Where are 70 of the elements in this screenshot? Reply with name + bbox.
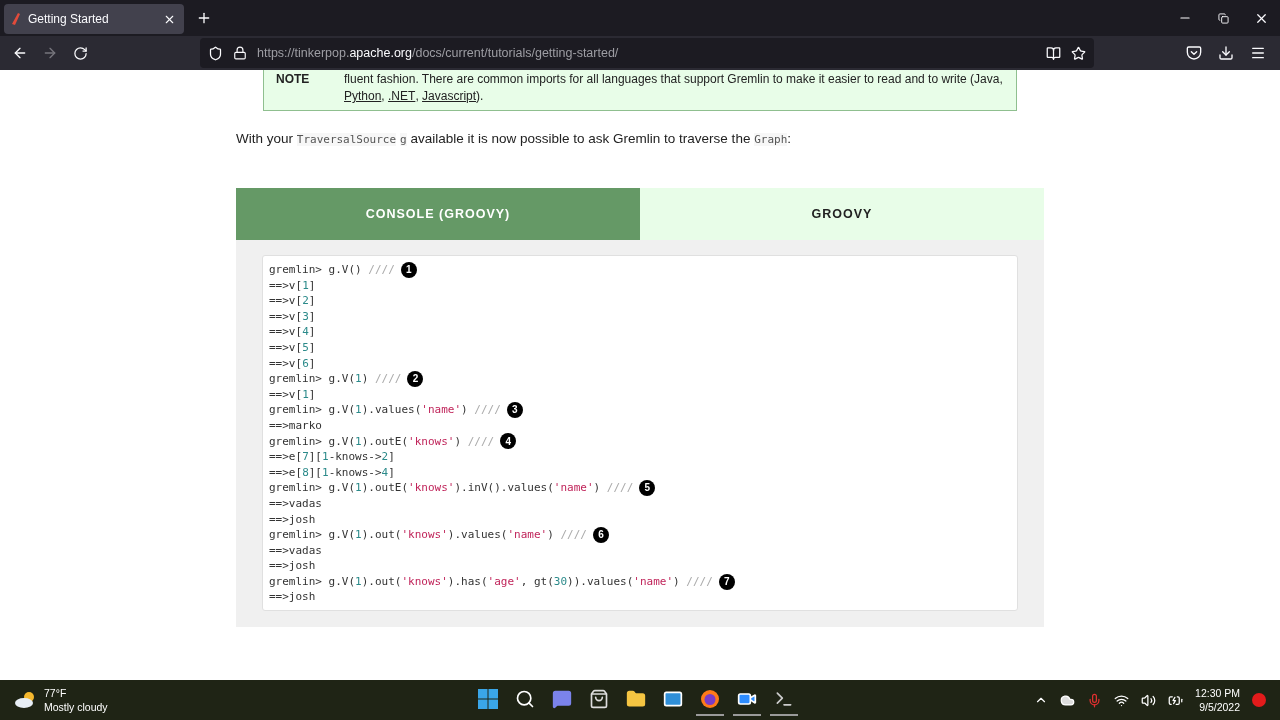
menu-icon[interactable] (1250, 45, 1266, 61)
clock-date: 9/5/2022 (1199, 700, 1240, 714)
search-icon[interactable] (515, 689, 535, 709)
site-favicon-icon (12, 13, 20, 25)
callout-number: 2 (407, 370, 424, 387)
code-line: ==>josh (269, 511, 316, 528)
reload-icon[interactable] (72, 45, 88, 61)
bookmark-star-icon[interactable] (1071, 45, 1086, 61)
code-line: ==>e[8][1-knows->4] (269, 464, 395, 481)
browser-tab[interactable]: Getting Started (4, 4, 184, 34)
code-line: ==>v[4] (269, 324, 316, 340)
url-text: https://tinkerpop.apache.org/docs/current/tutorials/getting-started/ (257, 46, 620, 60)
note-label: NOTE (276, 72, 311, 88)
code-line: ==>e[7][1-knows->2] (269, 449, 395, 465)
lock-icon[interactable] (233, 46, 247, 60)
note-link[interactable]: Javascript (422, 89, 477, 104)
forward-icon[interactable] (42, 45, 58, 61)
restore-icon[interactable] (1217, 12, 1229, 24)
callout-number: 3 (506, 402, 523, 419)
weather-condition: Mostly cloudy (44, 700, 108, 714)
note-punctuation: , (415, 89, 420, 104)
callout-number: 5 (639, 480, 656, 497)
code-line: ==>vadas (269, 542, 322, 559)
note-punctuation: ). (476, 89, 484, 104)
code-line: gremlin> g.V(1).outE('knows') //// (269, 433, 495, 450)
callout-number: 1 (400, 261, 417, 278)
code-line: gremlin> g.V(1) //// (269, 371, 402, 387)
callout-number: 6 (592, 526, 609, 543)
note-link[interactable]: .NET (388, 89, 416, 104)
note-text: fluent fashion. There are common imports for all languages that support Gremlin to make it easier to read and to write (Java, (344, 72, 1003, 87)
code-line: ==>josh (269, 558, 316, 574)
shield-icon[interactable] (208, 45, 223, 61)
new-tab-icon[interactable] (196, 10, 212, 26)
code-line: gremlin> g.V(1).outE('knows').inV().values('name') //// (269, 480, 634, 496)
notification-dot[interactable] (1252, 693, 1266, 707)
callout-number: 7 (718, 573, 735, 590)
code-line: gremlin> g.V() //// (269, 262, 395, 278)
weather-temperature: 77°F (44, 686, 68, 700)
terminal-icon[interactable] (774, 689, 794, 709)
pocket-icon[interactable] (1186, 45, 1202, 61)
code-line: ==>vadas (269, 495, 322, 512)
folder-icon[interactable] (626, 689, 646, 709)
code-tab[interactable]: GROOVY (640, 188, 1044, 240)
browser-icon[interactable] (700, 689, 720, 709)
code-line: gremlin> g.V(1).values('name') //// (269, 402, 501, 418)
clock-time: 12:30 PM (1195, 686, 1240, 700)
note-punctuation: , (381, 89, 386, 104)
code-line: ==>v[6] (269, 355, 316, 372)
callout-number: 4 (500, 433, 517, 450)
microphone-icon[interactable] (1087, 692, 1103, 708)
chat-icon[interactable] (552, 689, 572, 709)
volume-icon[interactable] (1141, 692, 1157, 708)
back-icon[interactable] (12, 45, 28, 61)
code-line: ==>marko (269, 417, 322, 434)
intro-paragraph: With your TraversalSource g available it is now possible to ask Gremlin to traverse the Graph: (236, 131, 792, 146)
code-line: ==>v[2] (269, 293, 316, 309)
address-bar[interactable]: https://tinkerpop.apache.org/docs/current/tutorials/getting-started/ (200, 38, 1094, 68)
store-icon[interactable] (589, 689, 609, 709)
code-line: ==>v[1] (269, 277, 316, 294)
download-icon[interactable] (1218, 45, 1234, 61)
code-line: ==>v[3] (269, 308, 316, 325)
cloud-icon[interactable] (1060, 692, 1076, 708)
tab-title: Getting Started (28, 12, 110, 26)
wifi-icon[interactable] (1114, 692, 1130, 708)
reader-view-icon[interactable] (1046, 45, 1061, 61)
code-line: gremlin> g.V(1).out('knows').has('age', gt(30)).values('name') //// (269, 573, 713, 590)
code-line: ==>josh (269, 589, 316, 606)
code-line: ==>v[1] (269, 386, 316, 403)
code-line: gremlin> g.V(1).out('knows').values('name') //// (269, 527, 587, 543)
code-line: ==>v[5] (269, 339, 316, 356)
